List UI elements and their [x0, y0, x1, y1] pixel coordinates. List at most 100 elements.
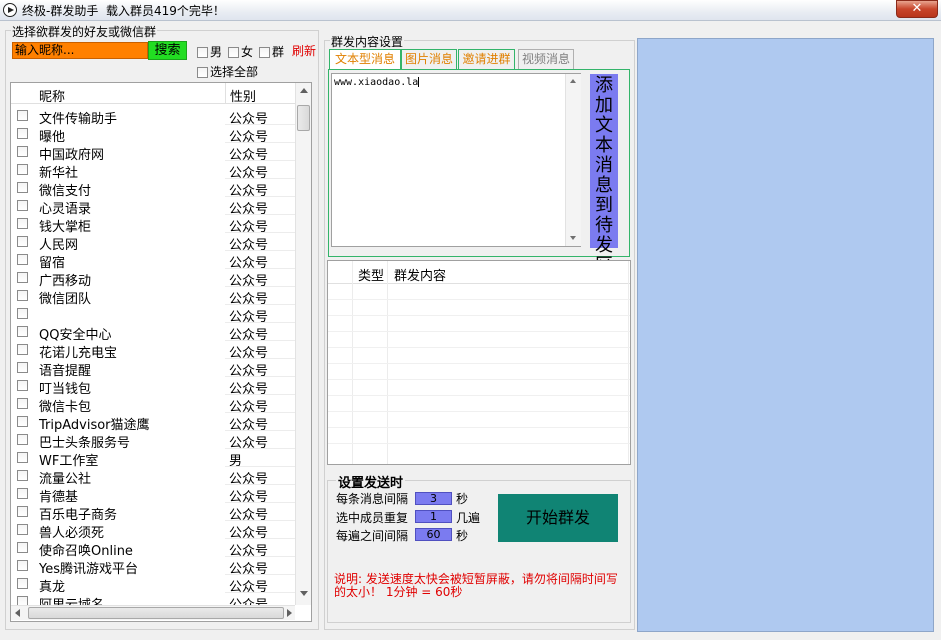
contact-checkbox[interactable] — [17, 524, 28, 535]
contact-row[interactable]: QQ安全中心 公众号 — [11, 323, 295, 343]
interval-input[interactable]: 3 — [415, 492, 452, 505]
contact-checkbox[interactable] — [17, 380, 28, 391]
contact-row[interactable]: 人民网 公众号 — [11, 233, 295, 253]
contact-row[interactable]: Yes腾讯游戏平台 公众号 — [11, 557, 295, 577]
contact-row[interactable]: 广西移动 公众号 — [11, 269, 295, 289]
contact-checkbox[interactable] — [17, 398, 28, 409]
contact-row[interactable]: 百乐电子商务 公众号 — [11, 503, 295, 523]
round-interval-label: 每遍之间间隔 — [336, 529, 409, 543]
group-label: 群 — [272, 45, 285, 59]
contacts-group-label: 选择欲群发的好友或微信群 — [11, 23, 158, 40]
start-send-button[interactable]: 开始群发 — [498, 494, 618, 542]
filter-group[interactable]: 群 — [259, 43, 284, 60]
contact-checkbox[interactable] — [17, 236, 28, 247]
contact-checkbox[interactable] — [17, 470, 28, 481]
male-checkbox[interactable] — [197, 47, 208, 58]
contact-checkbox[interactable] — [17, 164, 28, 175]
contact-row[interactable]: 语音提醒 公众号 — [11, 359, 295, 379]
contacts-horizontal-scrollbar[interactable] — [11, 605, 295, 620]
scroll-down-arrow-icon[interactable] — [300, 591, 308, 596]
contact-row[interactable]: 曝他 公众号 — [11, 125, 295, 145]
textarea-scrollbar[interactable] — [565, 74, 581, 246]
contact-row[interactable]: 中国政府网 公众号 — [11, 143, 295, 163]
group-checkbox[interactable] — [259, 47, 270, 58]
add-to-queue-button[interactable]: 添加文本消息到待发区 — [590, 74, 618, 276]
column-nickname[interactable]: 昵称 — [39, 86, 65, 105]
queue-row-line — [328, 347, 630, 348]
contact-row[interactable]: 巴士头条服务号 公众号 — [11, 431, 295, 451]
round-interval-input[interactable]: 60 — [415, 528, 452, 541]
hscroll-thumb[interactable] — [28, 607, 284, 619]
contact-row[interactable]: 新华社 公众号 — [11, 161, 295, 181]
contact-checkbox[interactable] — [17, 560, 28, 571]
select-all[interactable]: 选择全部 — [197, 63, 258, 80]
contact-checkbox[interactable] — [17, 326, 28, 337]
contact-checkbox[interactable] — [17, 416, 28, 427]
tab-image-message[interactable]: 图片消息 — [401, 49, 457, 69]
queue-table[interactable]: 类型 群发内容 — [327, 260, 631, 465]
contact-checkbox[interactable] — [17, 578, 28, 589]
contact-row[interactable]: 钱大掌柜 公众号 — [11, 215, 295, 235]
scroll-up-arrow-icon[interactable] — [300, 88, 308, 93]
contact-checkbox[interactable] — [17, 506, 28, 517]
contact-checkbox[interactable] — [17, 362, 28, 373]
filter-female[interactable]: 女 — [228, 43, 253, 60]
column-divider[interactable] — [225, 83, 226, 103]
contact-row[interactable]: 留宿 公众号 — [11, 251, 295, 271]
female-checkbox[interactable] — [228, 47, 239, 58]
column-gender[interactable]: 性别 — [230, 86, 256, 105]
queue-column-type: 类型 — [358, 269, 385, 284]
contact-row[interactable]: 微信卡包 公众号 — [11, 395, 295, 415]
filter-male[interactable]: 男 — [197, 43, 222, 60]
contact-checkbox[interactable] — [17, 128, 28, 139]
select-all-checkbox[interactable] — [197, 67, 208, 78]
scroll-left-arrow-icon[interactable] — [15, 609, 20, 617]
contact-checkbox[interactable] — [17, 344, 28, 355]
contact-checkbox[interactable] — [17, 488, 28, 499]
contact-row[interactable]: 花诺儿充电宝 公众号 — [11, 341, 295, 361]
contact-row[interactable]: WF工作室男 — [11, 449, 295, 469]
contact-row[interactable]: 流量公社 公众号 — [11, 467, 295, 487]
scroll-thumb[interactable] — [297, 105, 310, 131]
contact-checkbox[interactable] — [17, 110, 28, 121]
tab-invite-group[interactable]: 邀请进群 — [458, 49, 515, 69]
contact-checkbox[interactable] — [17, 434, 28, 445]
textarea-up-arrow-icon[interactable] — [570, 79, 576, 83]
contact-checkbox[interactable] — [17, 146, 28, 157]
contact-checkbox[interactable] — [17, 290, 28, 301]
contact-checkbox[interactable] — [17, 452, 28, 463]
scroll-right-arrow-icon[interactable] — [287, 609, 292, 617]
close-button[interactable]: ✕ — [896, 0, 938, 18]
contacts-list[interactable]: 昵称 性别 文件传输助手 公众号 曝他 公众号 中国政府网 公众号 新华社 公众号 微信支付 公众… — [10, 82, 312, 622]
contact-checkbox[interactable] — [17, 218, 28, 229]
contact-row[interactable]: 使命召唤Online 公众号 — [11, 539, 295, 559]
contact-checkbox[interactable] — [17, 254, 28, 265]
contact-checkbox[interactable] — [17, 308, 28, 319]
tab-text-message[interactable]: 文本型消息 — [329, 49, 401, 70]
contact-row[interactable]: 肯德基 公众号 — [11, 485, 295, 505]
contact-row[interactable]: 心灵语录 公众号 — [11, 197, 295, 217]
contact-row[interactable]: 文件传输助手 公众号 — [11, 107, 295, 127]
contact-row[interactable]: 公众号 — [11, 305, 295, 325]
repeat-input[interactable]: 1 — [415, 510, 452, 523]
search-button[interactable]: 搜索 — [148, 41, 187, 60]
nickname-search-input[interactable]: 输入昵称... — [12, 42, 148, 59]
tab-video-message[interactable]: 视频消息 — [518, 49, 574, 69]
contact-row[interactable]: TripAdvisor猫途鹰 公众号 — [11, 413, 295, 433]
refresh-link[interactable]: 刷新 — [292, 42, 316, 59]
contact-row[interactable]: 微信支付 公众号 — [11, 179, 295, 199]
queue-row-line — [328, 315, 630, 316]
contact-checkbox[interactable] — [17, 272, 28, 283]
message-textarea[interactable]: www.xiaodao.la — [331, 73, 581, 247]
contact-row[interactable]: 叮当钱包 公众号 — [11, 377, 295, 397]
contact-row[interactable]: 真龙 公众号 — [11, 575, 295, 595]
contact-row[interactable]: 微信团队 公众号 — [11, 287, 295, 307]
male-label: 男 — [210, 45, 223, 59]
textarea-down-arrow-icon[interactable] — [570, 236, 576, 240]
contacts-vertical-scrollbar[interactable] — [295, 83, 311, 605]
log-panel[interactable] — [637, 38, 934, 632]
contact-row[interactable]: 兽人必须死 公众号 — [11, 521, 295, 541]
contact-checkbox[interactable] — [17, 182, 28, 193]
contact-checkbox[interactable] — [17, 200, 28, 211]
contact-checkbox[interactable] — [17, 542, 28, 553]
